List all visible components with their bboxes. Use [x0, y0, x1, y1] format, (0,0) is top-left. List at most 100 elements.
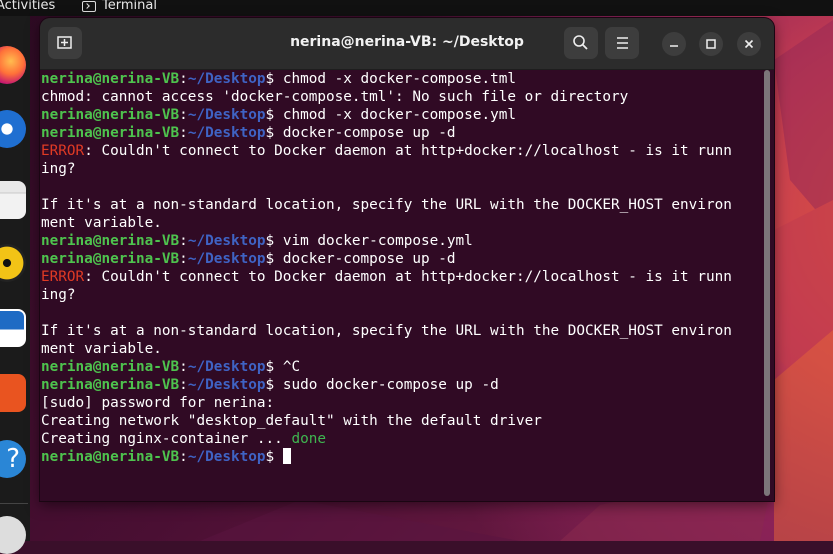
maximize-button[interactable] — [699, 32, 723, 56]
terminal-line: ERROR: Couldn't connect to Docker daemon… — [41, 268, 762, 286]
updater-icon[interactable] — [0, 516, 26, 554]
prompt-user: nerina@nerina-VB — [41, 251, 180, 267]
output-text: If it's at a non-standard location, spec… — [41, 323, 732, 339]
prompt-symbol: $ — [265, 449, 283, 465]
output-text: ment variable. — [41, 341, 162, 357]
prompt-path: ~/Desktop — [187, 377, 266, 393]
terminal-line: nerina@nerina-VB:~/Desktop$ docker-compo… — [41, 124, 762, 142]
error-text: : Couldn't connect to Docker daemon at h… — [84, 269, 732, 285]
activities-button[interactable]: Activities — [0, 0, 55, 13]
prompt-user: nerina@nerina-VB — [41, 449, 180, 465]
output-text: Creating network "desktop_default" with … — [41, 413, 542, 429]
output-text: ing? — [41, 161, 76, 177]
prompt-colon: : — [179, 71, 188, 87]
dock-separator — [0, 503, 28, 504]
search-button[interactable] — [564, 27, 598, 59]
prompt-path: ~/Desktop — [187, 233, 266, 249]
command-text: docker-compose up -d — [282, 251, 456, 267]
prompt-path: ~/Desktop — [187, 71, 266, 87]
help-icon[interactable]: ? — [0, 440, 26, 478]
terminal-line: nerina@nerina-VB:~/Desktop$ chmod -x doc… — [41, 70, 762, 88]
prompt-user: nerina@nerina-VB — [41, 233, 180, 249]
terminal-line: nerina@nerina-VB:~/Desktop$ sudo docker-… — [41, 376, 762, 394]
prompt-symbol: $ — [265, 359, 283, 375]
prompt-symbol: $ — [265, 71, 283, 87]
command-text: chmod -x docker-compose.yml — [282, 107, 516, 123]
status-done: done — [291, 431, 326, 447]
prompt-user: nerina@nerina-VB — [41, 71, 180, 87]
terminal-line: nerina@nerina-VB:~/Desktop$ — [41, 448, 762, 466]
prompt-colon: : — [179, 107, 188, 123]
files-icon[interactable] — [0, 181, 26, 219]
rhythmbox-icon[interactable] — [0, 244, 26, 282]
terminal-line: nerina@nerina-VB:~/Desktop$ docker-compo… — [41, 250, 762, 268]
terminal-line: nerina@nerina-VB:~/Desktop$ vim docker-c… — [41, 232, 762, 250]
error-label: ERROR — [41, 269, 85, 285]
close-button[interactable] — [737, 32, 761, 56]
command-text: ^C — [282, 359, 301, 375]
hamburger-icon — [617, 37, 628, 49]
dock: ? — [0, 16, 30, 554]
cursor — [282, 448, 291, 464]
command-text: chmod -x docker-compose.tml — [282, 71, 516, 87]
prompt-symbol: $ — [265, 107, 283, 123]
output-text: [sudo] password for nerina: — [41, 395, 275, 411]
prompt-colon: : — [179, 359, 188, 375]
prompt-symbol: $ — [265, 125, 283, 141]
terminal-line: nerina@nerina-VB:~/Desktop$ chmod -x doc… — [41, 106, 762, 124]
prompt-colon: : — [179, 125, 188, 141]
header-bar: nerina@nerina-VB: ~/Desktop — [40, 18, 774, 70]
menu-button[interactable] — [605, 27, 639, 59]
prompt-user: nerina@nerina-VB — [41, 107, 180, 123]
terminal-app-icon — [82, 0, 96, 12]
thunderbird-icon[interactable] — [0, 110, 26, 148]
command-text: sudo docker-compose up -d — [282, 377, 499, 393]
prompt-symbol: $ — [265, 233, 283, 249]
prompt-path: ~/Desktop — [187, 107, 266, 123]
output-text: chmod: cannot access 'docker-compose.tml… — [41, 89, 629, 105]
maximize-icon — [706, 39, 716, 49]
output-text: Creating nginx-container ... — [41, 431, 292, 447]
output-text: ment variable. — [41, 215, 162, 231]
scrollbar[interactable] — [764, 70, 770, 496]
terminal-line: ment variable. — [41, 214, 762, 232]
terminal-line: If it's at a non-standard location, spec… — [41, 196, 762, 214]
prompt-symbol: $ — [265, 251, 283, 267]
terminal-window: nerina@nerina-VB: ~/Desktop nerina@nerin… — [40, 18, 774, 501]
minimize-icon — [670, 45, 678, 47]
software-icon[interactable] — [0, 374, 26, 412]
output-text: ing? — [41, 287, 76, 303]
firefox-icon[interactable] — [0, 46, 26, 84]
app-menu[interactable]: Terminal — [82, 0, 157, 13]
terminal-line: Creating network "desktop_default" with … — [41, 412, 762, 430]
top-bar: Activities Terminal — [0, 0, 833, 16]
prompt-path: ~/Desktop — [187, 251, 266, 267]
terminal-line: ERROR: Couldn't connect to Docker daemon… — [41, 142, 762, 160]
terminal-line: chmod: cannot access 'docker-compose.tml… — [41, 88, 762, 106]
terminal-line: ing? — [41, 160, 762, 178]
prompt-path: ~/Desktop — [187, 449, 266, 465]
prompt-colon: : — [179, 233, 188, 249]
command-text: vim docker-compose.yml — [282, 233, 473, 249]
prompt-colon: : — [179, 449, 188, 465]
close-icon — [744, 39, 754, 49]
prompt-user: nerina@nerina-VB — [41, 377, 180, 393]
terminal-line: Creating nginx-container ... done — [41, 430, 762, 448]
minimize-button[interactable] — [662, 32, 686, 56]
search-icon — [573, 35, 588, 50]
terminal-line: If it's at a non-standard location, spec… — [41, 322, 762, 340]
output-text: If it's at a non-standard location, spec… — [41, 197, 732, 213]
prompt-user: nerina@nerina-VB — [41, 125, 180, 141]
prompt-colon: : — [179, 251, 188, 267]
command-text: docker-compose up -d — [282, 125, 456, 141]
error-label: ERROR — [41, 143, 85, 159]
prompt-symbol: $ — [265, 377, 283, 393]
terminal-output[interactable]: nerina@nerina-VB:~/Desktop$ chmod -x doc… — [40, 69, 762, 501]
prompt-user: nerina@nerina-VB — [41, 359, 180, 375]
terminal-line: nerina@nerina-VB:~/Desktop$ ^C — [41, 358, 762, 376]
prompt-colon: : — [179, 377, 188, 393]
terminal-line: ment variable. — [41, 340, 762, 358]
libreoffice-writer-icon[interactable] — [0, 309, 26, 347]
